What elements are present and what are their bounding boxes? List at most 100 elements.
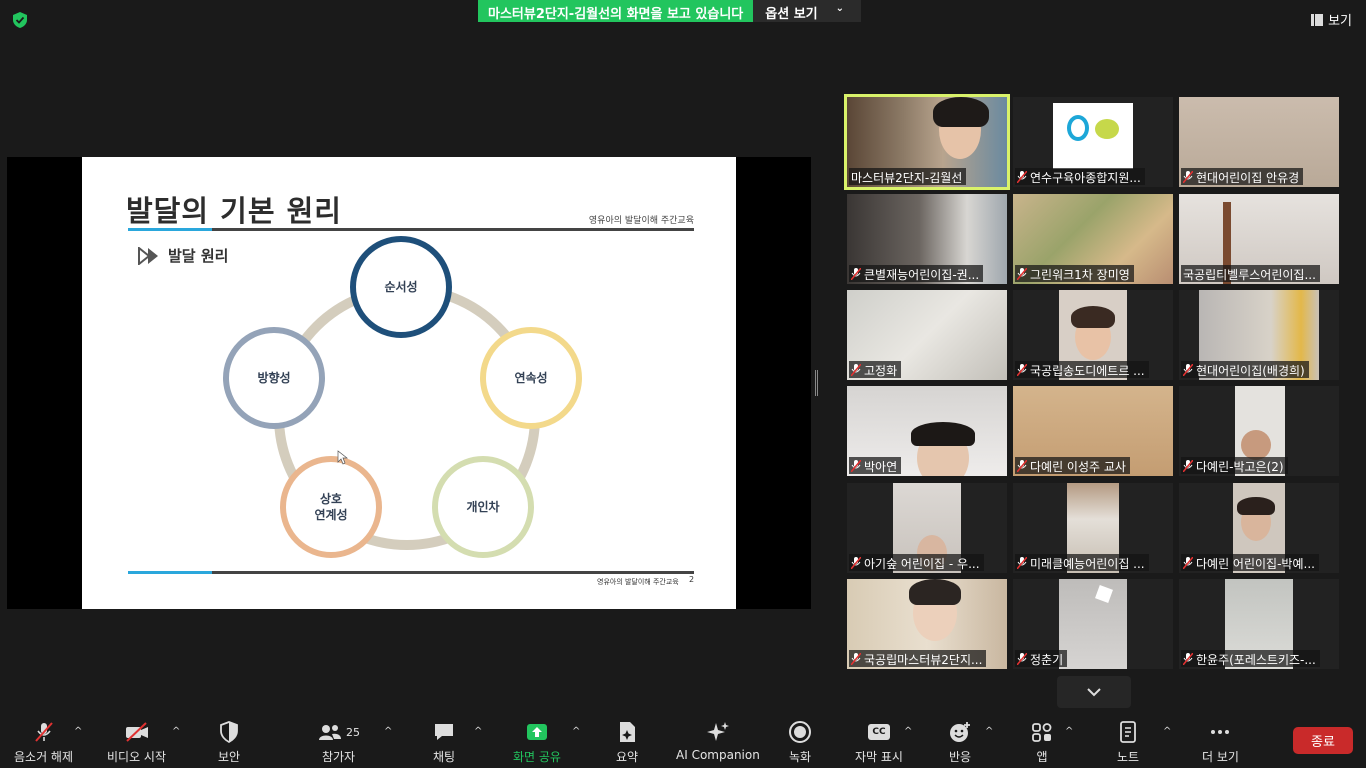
mic-muted-icon	[1017, 171, 1027, 183]
split-view-resize-handle[interactable]	[815, 370, 818, 396]
node-continuity-label: 연속성	[514, 370, 547, 385]
apps-button[interactable]: 앱	[1030, 720, 1054, 765]
participant-tile[interactable]: 한윤주(포레스트키즈-...	[1179, 579, 1339, 669]
participant-tile[interactable]: 박아연	[847, 386, 1007, 476]
notes-icon	[1120, 721, 1136, 743]
security-button[interactable]: 보안	[218, 720, 240, 765]
node-direction-label: 방향성	[257, 370, 290, 385]
notes-options-chevron-icon[interactable]: ^	[1163, 726, 1171, 737]
record-icon	[789, 721, 811, 743]
view-button[interactable]: 보기	[1311, 10, 1352, 29]
captions-options-chevron-icon[interactable]: ^	[904, 726, 912, 737]
participants-button[interactable]: 25 참가자	[317, 720, 360, 765]
mic-muted-icon	[1183, 557, 1193, 569]
mic-muted-icon	[1183, 364, 1193, 376]
chevron-down-icon	[1087, 688, 1101, 697]
shared-screen[interactable]: 발달의 기본 원리 영유아의 발달이해 주간교육 발달 원리 순서성 연속성 개…	[7, 157, 811, 609]
slide-footer: 영유아의 발달이해 주간교육	[597, 578, 679, 586]
participant-name: 국공립송도디에트르 ...	[1030, 363, 1145, 378]
participant-tile[interactable]: 다예린 이성주 교사	[1013, 386, 1173, 476]
participant-name: 한윤주(포레스트키즈-...	[1196, 652, 1316, 667]
mic-muted-icon	[1183, 171, 1193, 183]
closed-captions-icon: CC	[867, 724, 890, 740]
node-interconnection	[280, 456, 382, 558]
chat-options-chevron-icon[interactable]: ^	[474, 726, 482, 737]
more-dots-icon	[1211, 730, 1230, 734]
participant-name: 다예린 어린이집-박예...	[1196, 556, 1315, 571]
participant-tile[interactable]: 연수구육아종합지원...	[1013, 97, 1173, 187]
reactions-button[interactable]: 반응	[948, 720, 972, 765]
participant-tile[interactable]: 국공립티벨루스어린이집...	[1179, 194, 1339, 284]
participants-icon	[319, 725, 341, 740]
participant-name: 국공립마스터뷰2단지...	[864, 652, 983, 667]
participant-tile[interactable]: 현대어린이집 안유경	[1179, 97, 1339, 187]
participant-tile[interactable]: 국공립송도디에트르 ...	[1013, 290, 1173, 380]
share-options-chevron-icon[interactable]: ^	[572, 726, 580, 737]
participant-tile[interactable]: 고정화	[847, 290, 1007, 380]
mic-muted-icon	[1017, 653, 1027, 665]
more-button[interactable]: 더 보기	[1202, 720, 1239, 765]
chat-button[interactable]: 채팅	[432, 720, 456, 765]
participant-name: 현대어린이집 안유경	[1196, 170, 1300, 185]
participant-tile[interactable]: 마스터뷰2단지-김월선	[844, 94, 1010, 190]
start-video-label: 비디오 시작	[107, 750, 167, 764]
view-button-label: 보기	[1328, 14, 1352, 29]
participant-name: 그린워크1차 장미영	[1030, 267, 1130, 282]
meeting-toolbar: 음소거 해제 ^ 비디오 시작 ^ 보안 25 참가자 ^ 채팅 ^ 화면 공유…	[0, 712, 1366, 768]
reactions-label: 반응	[948, 750, 972, 764]
share-screen-button[interactable]: 화면 공유	[513, 720, 561, 765]
view-options-label: 옵션 보기	[765, 7, 818, 22]
reactions-options-chevron-icon[interactable]: ^	[985, 726, 993, 737]
end-meeting-button[interactable]: 종료	[1293, 727, 1353, 754]
sparkle-icon	[706, 722, 729, 741]
chat-label: 채팅	[432, 750, 456, 764]
gallery-next-page-button[interactable]	[1057, 676, 1131, 708]
node-sequence-label: 순서성	[384, 279, 417, 294]
participants-options-chevron-icon[interactable]: ^	[384, 726, 392, 737]
screen-share-banner: 마스터뷰2단지-김월선의 화면을 보고 있습니다 옵션 보기 ⌄	[478, 0, 862, 22]
mic-muted-icon	[1183, 653, 1193, 665]
share-banner-text: 마스터뷰2단지-김월선의 화면을 보고 있습니다	[478, 0, 754, 22]
participant-tile[interactable]: 현대어린이집(배경희)	[1179, 290, 1339, 380]
unmute-label: 음소거 해제	[14, 750, 74, 764]
participant-tile[interactable]: 아기숲 어린이집 - 우...	[847, 483, 1007, 573]
record-label: 녹화	[788, 750, 812, 764]
participant-name: 연수구육아종합지원...	[1030, 170, 1141, 185]
chevron-down-icon: ⌄	[835, 3, 845, 14]
ai-companion-button[interactable]: AI Companion	[676, 720, 760, 762]
start-video-button[interactable]: 비디오 시작	[107, 720, 166, 765]
slide-bottom-rule	[128, 571, 694, 574]
participant-tile[interactable]: 정춘기	[1013, 579, 1173, 669]
apps-options-chevron-icon[interactable]: ^	[1065, 726, 1073, 737]
chat-bubble-icon	[435, 724, 453, 740]
mic-muted-icon	[851, 460, 861, 472]
video-off-icon	[125, 722, 148, 742]
participant-name: 아기숲 어린이집 - 우...	[864, 556, 980, 571]
summary-button[interactable]: 요약	[616, 720, 638, 765]
node-interconnection-label-1: 상호	[320, 491, 342, 506]
participant-name: 박아연	[864, 459, 898, 474]
participant-tile[interactable]: 그린워크1차 장미영	[1013, 194, 1173, 284]
summary-label: 요약	[616, 750, 639, 764]
participant-tile[interactable]: 미래클예능어린이집 ...	[1013, 483, 1173, 573]
participant-tile[interactable]: 다예린-박고은(2)	[1179, 386, 1339, 476]
mic-muted-icon	[1183, 460, 1193, 472]
video-options-chevron-icon[interactable]: ^	[172, 726, 180, 737]
security-shield-icon[interactable]	[11, 11, 29, 29]
security-label: 보안	[218, 750, 241, 764]
apps-label: 앱	[1036, 750, 1048, 764]
notes-button[interactable]: 노트	[1117, 720, 1139, 765]
audio-options-chevron-icon[interactable]: ^	[74, 726, 82, 737]
record-button[interactable]: 녹화	[788, 720, 812, 765]
captions-button[interactable]: CC 자막 표시	[855, 720, 903, 765]
participant-tile[interactable]: 다예린 어린이집-박예...	[1179, 483, 1339, 573]
participant-tile[interactable]: 큰별재능어린이집-권...	[847, 194, 1007, 284]
participant-name: 큰별재능어린이집-권...	[864, 267, 980, 282]
participant-name: 마스터뷰2단지-김월선	[851, 170, 963, 185]
captions-label: 자막 표시	[855, 750, 903, 764]
unmute-button[interactable]: 음소거 해제	[14, 720, 73, 765]
participant-name: 다예린-박고은(2)	[1196, 459, 1284, 474]
participant-tile[interactable]: 국공립마스터뷰2단지...	[847, 579, 1007, 669]
view-options-button[interactable]: 옵션 보기 ⌄	[753, 0, 862, 22]
mic-muted-icon	[851, 364, 861, 376]
